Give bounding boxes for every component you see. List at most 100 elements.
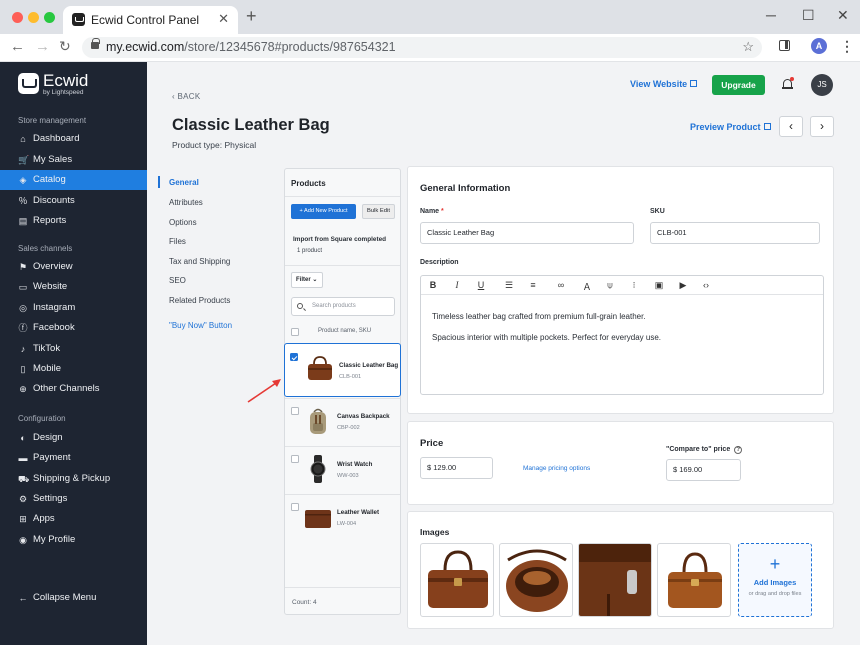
product-row[interactable]: Classic Leather Bag CLB-001	[284, 343, 401, 397]
row-checkbox[interactable]	[290, 353, 298, 361]
price-input[interactable]: $ 129.00	[420, 457, 493, 479]
menu-item-tax-and-shipping[interactable]: Tax and Shipping	[169, 257, 230, 266]
code-icon[interactable]: ‹›	[700, 280, 712, 290]
sidebar-item-settings[interactable]: ⚙ Settings	[0, 489, 147, 509]
sidebar-item-facebook[interactable]: ⓕ Facebook	[0, 318, 147, 338]
link-icon[interactable]: ∞	[555, 280, 567, 290]
product-row[interactable]: Canvas Backpack CBP-002	[285, 398, 400, 446]
sidebar-item-other-channels[interactable]: ⊕ Other Channels	[0, 379, 147, 399]
address-bar[interactable]: my.ecwid.com/store/12345678#products/987…	[82, 37, 762, 58]
manage-pricing-options-link[interactable]: Manage pricing options	[523, 465, 590, 472]
home-icon: ⌂	[20, 134, 26, 144]
strikethrough-icon[interactable]: ⍦	[604, 280, 616, 291]
description-line: Timeless leather bag crafted from premiu…	[432, 312, 646, 321]
help-icon[interactable]: ?	[734, 446, 743, 454]
product-image[interactable]	[420, 543, 494, 617]
window-restore-icon[interactable]: ☐	[802, 7, 815, 24]
compare-price-input[interactable]: $ 169.00	[666, 459, 741, 481]
menu-item-files[interactable]: Files	[169, 237, 186, 246]
add-new-product-button[interactable]: + Add New Product	[291, 204, 356, 219]
back-arrow-icon[interactable]: ←	[10, 38, 25, 55]
sku-input[interactable]: CLB-001	[650, 222, 820, 244]
product-row[interactable]: Leather Wallet LW-004	[285, 494, 400, 542]
sidebar-item-discounts[interactable]: ％ Discounts	[0, 191, 147, 211]
user-avatar[interactable]: JS	[811, 74, 833, 96]
product-image[interactable]	[499, 543, 573, 617]
menu-item-seo[interactable]: SEO	[169, 276, 186, 285]
new-tab-icon[interactable]: +	[246, 6, 257, 27]
browser-profile-avatar[interactable]: A	[811, 38, 827, 54]
video-icon[interactable]: ▶	[677, 280, 689, 291]
align-icon[interactable]: ⁝	[628, 280, 640, 291]
side-panel-icon[interactable]	[779, 40, 790, 51]
cart-icon: 🛒	[18, 154, 30, 165]
minimize-window-button[interactable]	[28, 12, 39, 23]
view-website-link[interactable]: View Website	[630, 79, 698, 89]
browser-menu-icon[interactable]: ⋮	[840, 38, 854, 55]
sidebar-item-payment[interactable]: ▬ Payment	[0, 448, 147, 468]
sidebar-item-dashboard[interactable]: ⌂ Dashboard	[0, 129, 147, 149]
description-editor[interactable]: B I U ☰ ≡ ∞ Ａ ⍦ ⁝ ▣ ▶ ‹› Timeless leathe…	[420, 275, 824, 395]
reload-icon[interactable]: ↻	[59, 38, 71, 55]
sidebar-item-tiktok[interactable]: ♪ TikTok	[0, 339, 147, 359]
notification-dot	[790, 77, 794, 81]
bulk-edit-button[interactable]: Bulk Edit	[362, 204, 395, 219]
sidebar-item-catalog[interactable]: ◈ Catalog	[0, 170, 147, 190]
bookmark-star-icon[interactable]: ☆	[742, 39, 754, 55]
leather-bag-thumbnail	[308, 356, 332, 380]
product-name: Wrist Watch	[337, 461, 373, 468]
import-status-title: Import from Square completed	[293, 236, 387, 243]
bullet-list-icon[interactable]: ☰	[503, 280, 515, 291]
product-image[interactable]	[657, 543, 731, 617]
menu-item-related-products[interactable]: Related Products	[169, 296, 230, 305]
image-icon[interactable]: ▣	[653, 280, 665, 291]
menu-item-attributes[interactable]: Attributes	[169, 198, 203, 207]
product-name-input[interactable]: Classic Leather Bag	[420, 222, 634, 244]
bold-icon[interactable]: B	[427, 280, 439, 290]
canvas-backpack-thumbnail	[310, 408, 326, 434]
sidebar-item-my-profile[interactable]: ◉ My Profile	[0, 530, 147, 550]
product-search-input[interactable]: Search products	[291, 297, 395, 316]
filter-dropdown[interactable]: Filter ⌄	[291, 272, 323, 288]
browser-tab[interactable]: Ecwid Control Panel ✕	[63, 6, 238, 34]
window-minimize-icon[interactable]: ─	[766, 7, 776, 23]
previous-product-button[interactable]: ‹	[779, 116, 803, 137]
sidebar-item-website[interactable]: ▭ Website	[0, 277, 147, 297]
notifications-bell-icon[interactable]	[782, 77, 794, 90]
window-close-icon[interactable]: ✕	[837, 7, 849, 24]
sidebar-item-my-sales[interactable]: 🛒 My Sales	[0, 150, 147, 170]
underline-icon[interactable]: U	[475, 280, 487, 290]
preview-product-link[interactable]: Preview Product	[690, 122, 771, 132]
menu-item-buy-now-button[interactable]: "Buy Now" Button	[169, 321, 232, 330]
sidebar-item-shipping-pickup[interactable]: ⛟ Shipping & Pickup	[0, 469, 147, 489]
row-checkbox[interactable]	[291, 503, 299, 511]
forward-arrow-icon[interactable]: →	[35, 38, 50, 55]
sidebar-item-overview[interactable]: ⚑ Overview	[0, 257, 147, 277]
text-color-icon[interactable]: Ａ	[581, 280, 593, 293]
sidebar-item-reports[interactable]: ▤ Reports	[0, 211, 147, 231]
chevron-left-icon: ‹	[789, 119, 793, 133]
add-images-dropzone[interactable]: + Add Images or drag and drop files	[738, 543, 812, 617]
close-tab-icon[interactable]: ✕	[218, 11, 229, 27]
select-all-checkbox[interactable]	[291, 328, 299, 336]
numbered-list-icon[interactable]: ≡	[527, 280, 539, 290]
collapse-menu-button[interactable]: ← Collapse Menu	[0, 588, 147, 608]
close-window-button[interactable]	[12, 12, 23, 23]
row-checkbox[interactable]	[291, 455, 299, 463]
next-product-button[interactable]: ›	[810, 116, 834, 137]
menu-item-general[interactable]: General	[158, 176, 199, 188]
sidebar-item-apps[interactable]: ⊞ Apps	[0, 509, 147, 529]
product-image[interactable]	[578, 543, 652, 617]
products-panel: Products + Add New Product Bulk Edit Imp…	[284, 168, 401, 615]
back-link[interactable]: ‹ BACK	[172, 92, 201, 101]
italic-icon[interactable]: I	[451, 280, 463, 290]
product-column-header: Product name, SKU	[318, 328, 372, 334]
menu-item-options[interactable]: Options	[169, 218, 197, 227]
maximize-window-button[interactable]	[44, 12, 55, 23]
sidebar-item-instagram[interactable]: ◎ Instagram	[0, 298, 147, 318]
product-row[interactable]: Wrist Watch WW-003	[285, 446, 400, 494]
upgrade-button[interactable]: Upgrade	[712, 75, 765, 95]
sidebar-item-design[interactable]: ◐ Design	[0, 428, 147, 448]
row-checkbox[interactable]	[291, 407, 299, 415]
sidebar-item-mobile[interactable]: ▯ Mobile	[0, 359, 147, 379]
